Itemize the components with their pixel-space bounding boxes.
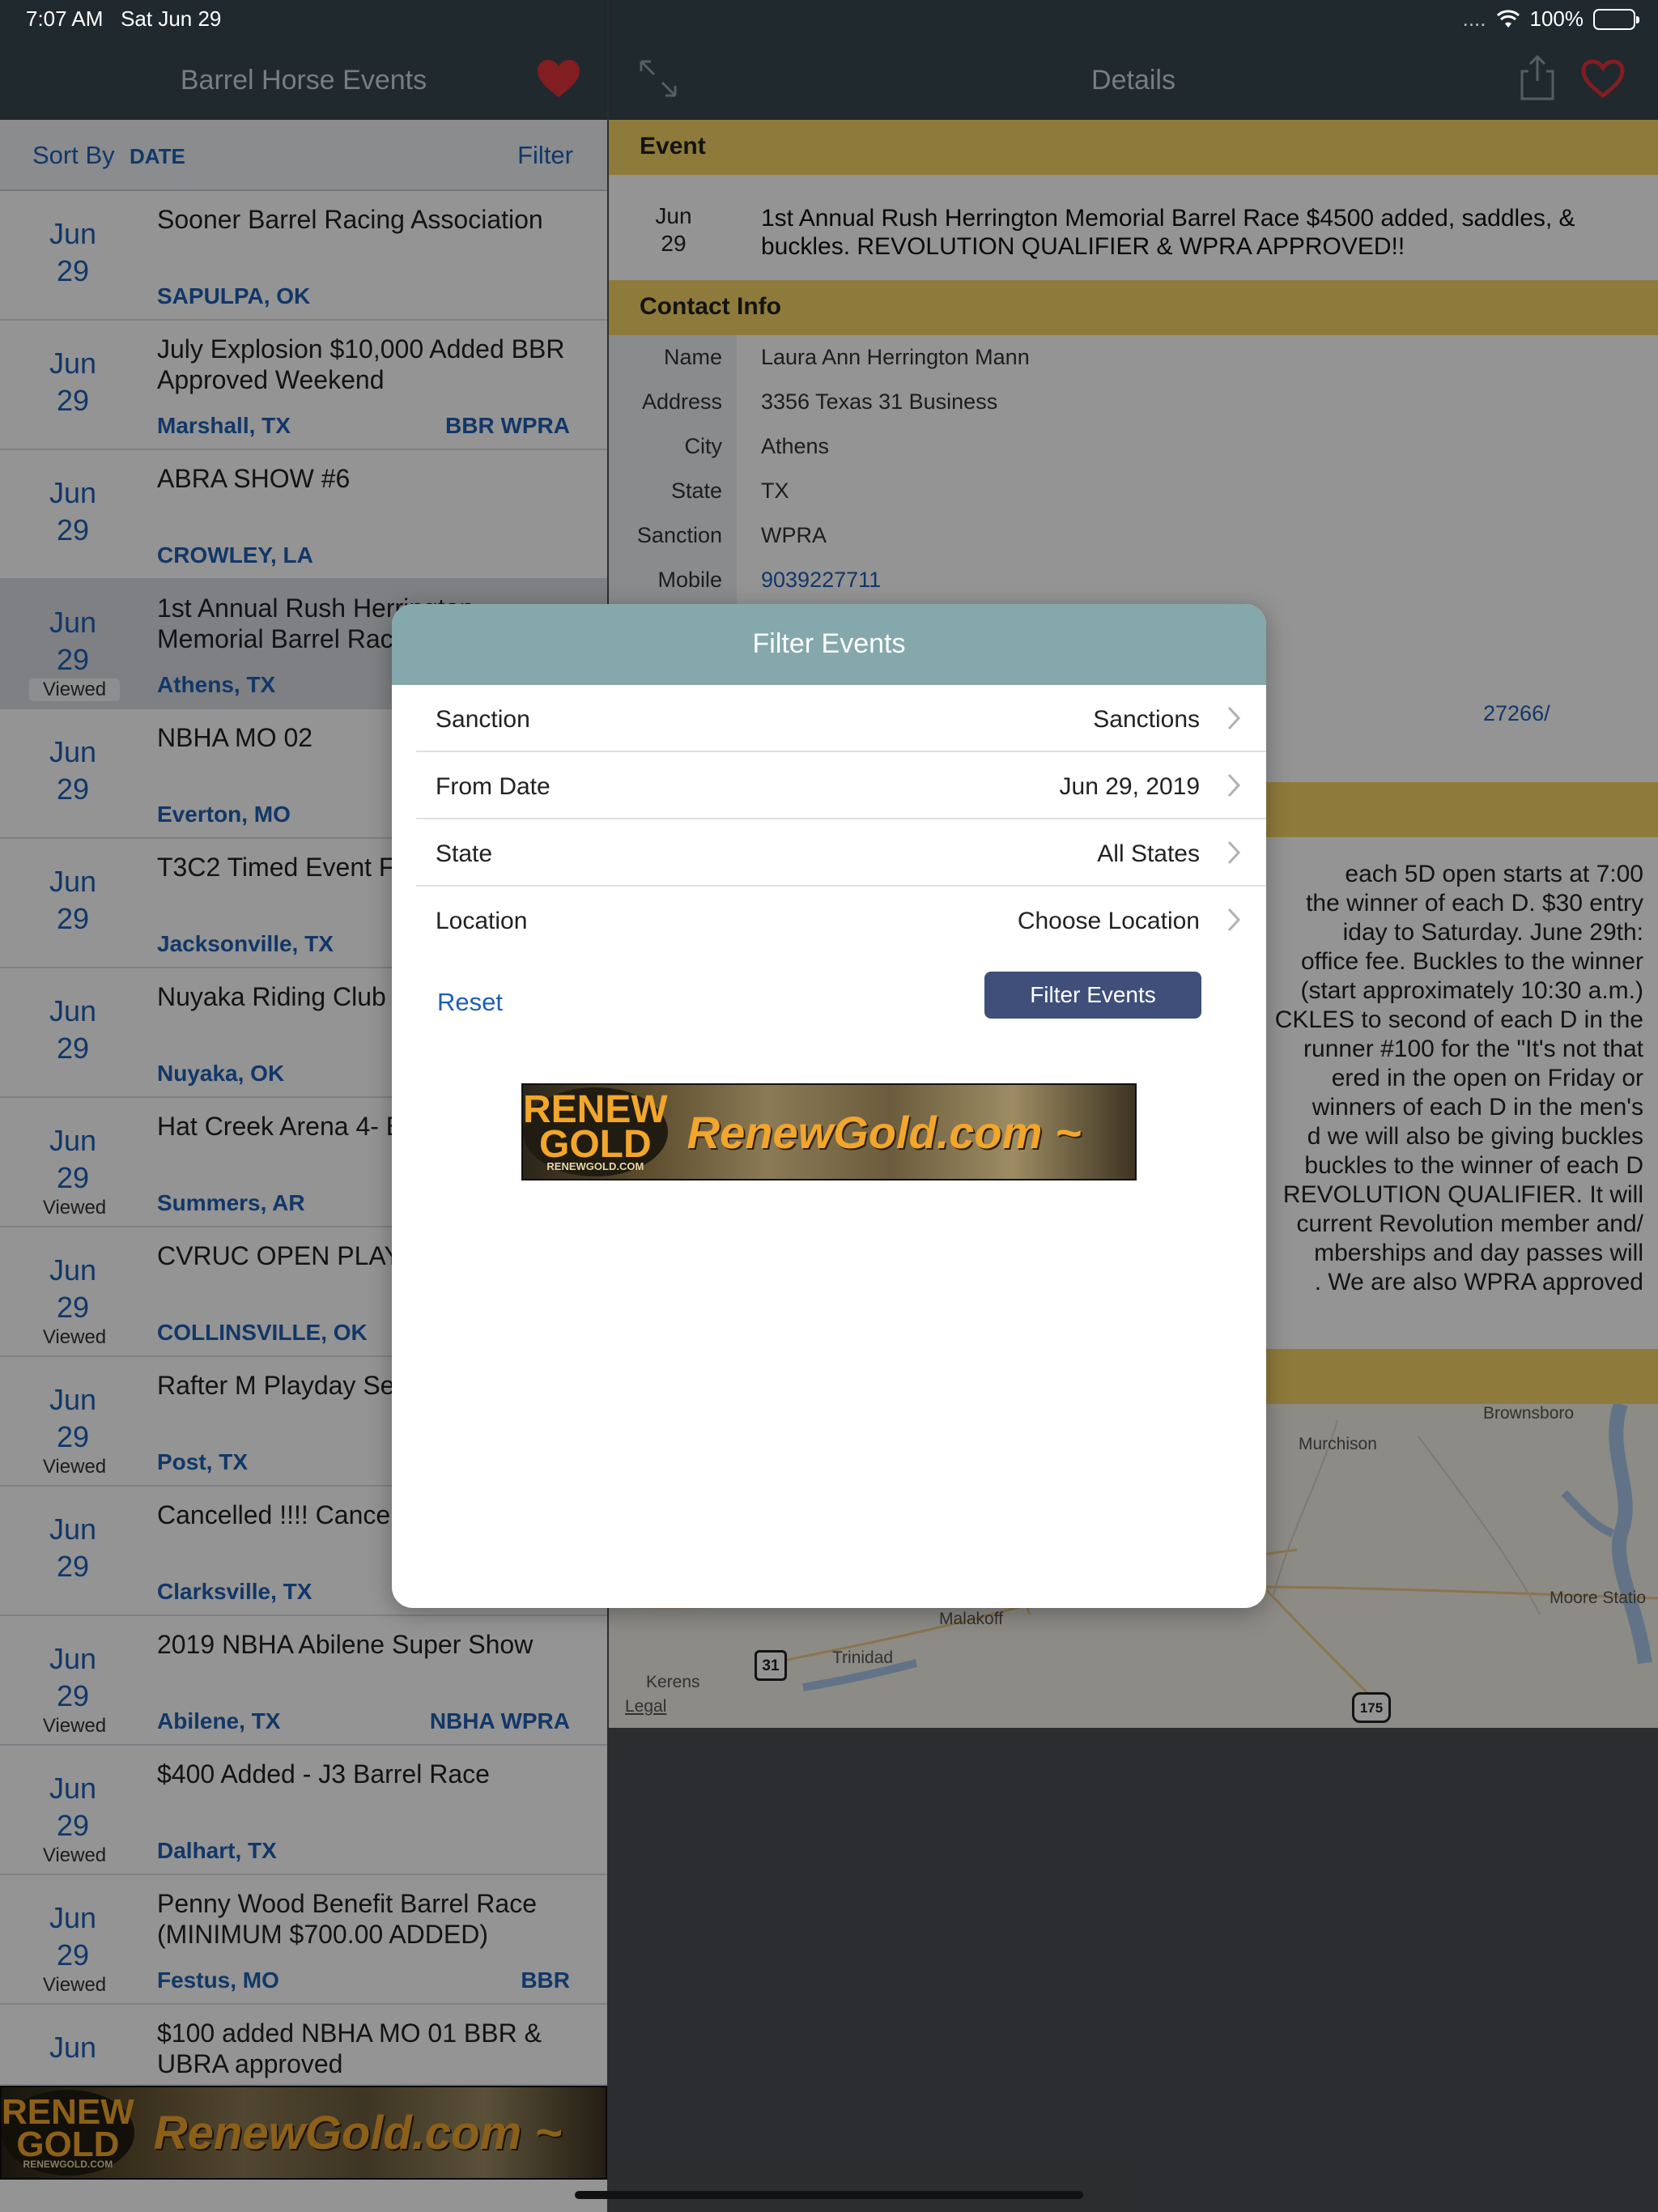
reset-button[interactable]: Reset [437, 988, 503, 1017]
signal-dots: .... [1462, 6, 1486, 31]
chevron-right-icon [1227, 908, 1241, 932]
filter-events-button[interactable]: Filter Events [984, 972, 1201, 1019]
battery-icon [1593, 8, 1639, 30]
chevron-right-icon [1227, 840, 1241, 865]
status-date: Sat Jun 29 [121, 6, 222, 31]
modal-renewgold-logo: RENEW GOLD RENEWGOLD.COM [523, 1087, 668, 1176]
filter-row-from-date[interactable]: From Date Jun 29, 2019 [416, 752, 1266, 819]
home-indicator[interactable] [575, 2191, 1083, 2199]
filter-row-location[interactable]: Location Choose Location [416, 887, 1266, 954]
modal-ad-url-text: RenewGold.com ~ [687, 1106, 1082, 1158]
wifi-icon [1496, 9, 1520, 28]
filter-row-value: Choose Location [1017, 908, 1200, 934]
battery-percent: 100% [1529, 6, 1584, 31]
filter-row-label: Location [436, 908, 528, 934]
chevron-right-icon [1227, 706, 1241, 730]
modal-title: Filter Events [392, 604, 1266, 685]
status-right: .... 100% [1462, 6, 1639, 32]
filter-events-modal: Filter Events Sanction Sanctions From Date… [392, 604, 1266, 1608]
filter-row-value: Jun 29, 2019 [1059, 773, 1200, 800]
filter-row-value: Sanctions [1093, 706, 1200, 733]
filter-row-label: Sanction [436, 706, 530, 733]
status-time-date: 7:07 AM Sat Jun 29 [26, 6, 221, 32]
filter-row-state[interactable]: State All States [416, 819, 1266, 887]
filter-row-label: From Date [436, 773, 551, 800]
modal-renewgold-ad[interactable]: RENEW GOLD RENEWGOLD.COM RenewGold.com ~ [521, 1083, 1137, 1180]
filter-row-label: State [436, 840, 493, 867]
chevron-right-icon [1227, 773, 1241, 798]
status-bar: 7:07 AM Sat Jun 29 .... 100% [0, 0, 1658, 40]
filter-row-value: All States [1097, 840, 1200, 867]
status-time: 7:07 AM [26, 6, 104, 31]
filter-row-sanction[interactable]: Sanction Sanctions [416, 685, 1266, 752]
filter-rows: Sanction Sanctions From Date Jun 29, 2019 St… [392, 685, 1266, 954]
